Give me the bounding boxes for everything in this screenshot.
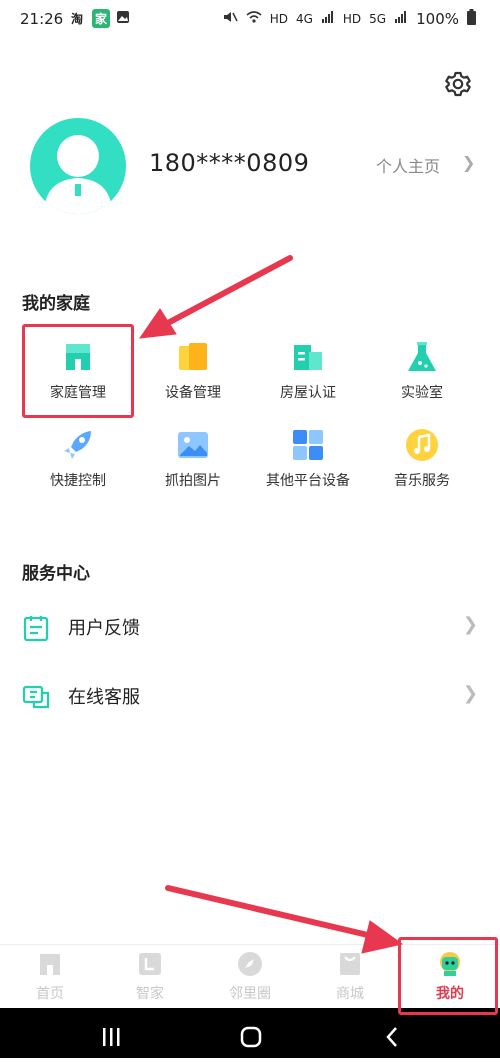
arrowhead-me-tab bbox=[361, 920, 404, 954]
annotation-arrows bbox=[138, 255, 404, 954]
arrow-to-home-management bbox=[163, 255, 293, 327]
arrow-to-me-tab bbox=[165, 885, 375, 939]
